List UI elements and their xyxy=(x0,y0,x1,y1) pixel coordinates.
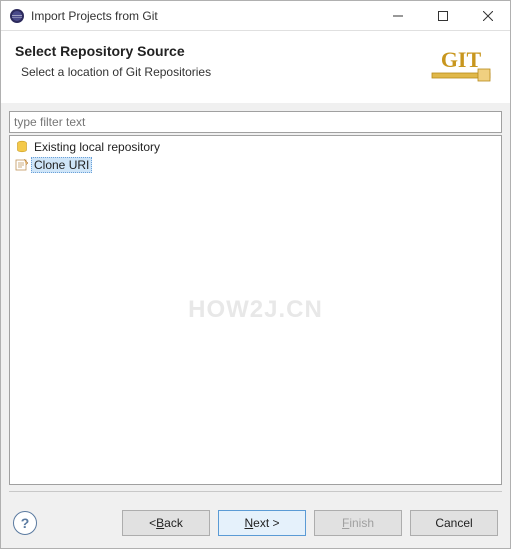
svg-text:GIT: GIT xyxy=(441,47,482,72)
list-item-label: Clone URI xyxy=(31,157,92,173)
finish-button: Finish xyxy=(314,510,402,536)
button-bar: ? < Back Next > Finish Cancel xyxy=(1,500,510,548)
page-subtitle: Select a location of Git Repositories xyxy=(15,65,426,79)
cancel-button[interactable]: Cancel xyxy=(410,510,498,536)
list-item[interactable]: Existing local repository xyxy=(10,138,501,156)
window-controls xyxy=(375,1,510,30)
list-item[interactable]: Clone URI xyxy=(10,156,501,174)
separator xyxy=(9,491,502,492)
dialog-window: Import Projects from Git Select Reposito… xyxy=(0,0,511,549)
maximize-button[interactable] xyxy=(420,1,465,30)
clone-uri-icon xyxy=(14,157,30,173)
git-logo-icon: GIT xyxy=(426,43,496,89)
repository-icon xyxy=(14,139,30,155)
filter-input[interactable] xyxy=(9,111,502,133)
wizard-header: Select Repository Source Select a locati… xyxy=(1,31,510,103)
repository-source-list[interactable]: Existing local repository Clone URI HOW2… xyxy=(9,135,502,485)
close-button[interactable] xyxy=(465,1,510,30)
minimize-button[interactable] xyxy=(375,1,420,30)
list-item-label: Existing local repository xyxy=(34,140,160,154)
help-button[interactable]: ? xyxy=(13,511,37,535)
watermark: HOW2J.CN xyxy=(188,296,323,324)
content-area: Existing local repository Clone URI HOW2… xyxy=(1,103,510,500)
page-title: Select Repository Source xyxy=(15,43,426,59)
window-title: Import Projects from Git xyxy=(31,9,375,23)
titlebar: Import Projects from Git xyxy=(1,1,510,31)
next-button[interactable]: Next > xyxy=(218,510,306,536)
back-button[interactable]: < Back xyxy=(122,510,210,536)
eclipse-icon xyxy=(9,8,25,24)
